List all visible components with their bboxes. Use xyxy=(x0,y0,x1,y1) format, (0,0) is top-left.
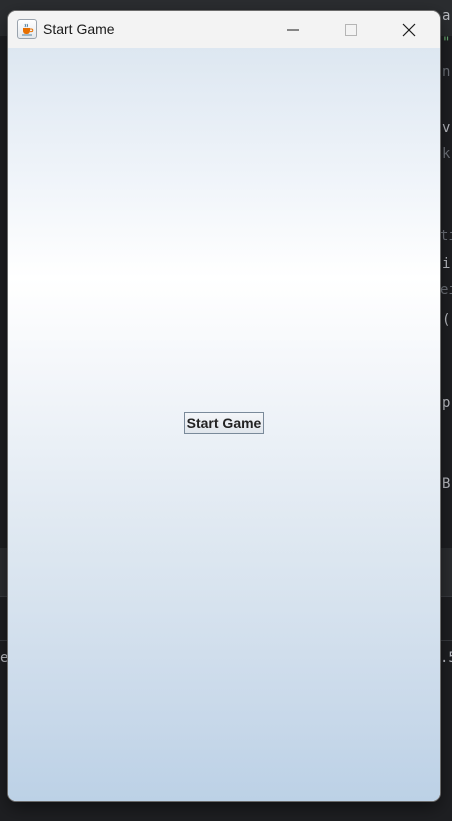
minimize-button[interactable] xyxy=(264,11,322,48)
background-code-fragment: p xyxy=(442,395,451,411)
java-cup-icon[interactable] xyxy=(17,19,37,39)
background-code-fragment: n xyxy=(442,64,451,80)
background-code-fragment: v xyxy=(442,120,451,136)
background-code-fragment: ( xyxy=(442,312,451,328)
maximize-button[interactable] xyxy=(322,11,380,48)
maximize-icon xyxy=(345,23,357,36)
close-button[interactable] xyxy=(380,11,438,48)
background-code-fragment: a xyxy=(442,8,451,24)
background-code-fragment: ti xyxy=(440,228,452,244)
app-window: Start Game Start Game xyxy=(8,11,440,801)
game-panel: Start Game xyxy=(8,48,440,801)
title-bar[interactable]: Start Game xyxy=(8,11,440,48)
minimize-icon xyxy=(287,29,299,30)
background-code-fragment: ei xyxy=(440,282,452,298)
background-code-fragment: .5 xyxy=(440,650,452,666)
background-code-fragment: B xyxy=(442,476,451,492)
start-game-button[interactable]: Start Game xyxy=(184,412,264,434)
window-title: Start Game xyxy=(43,21,115,37)
background-code-fragment: " xyxy=(442,35,451,51)
background-code-fragment: k xyxy=(442,146,451,162)
background-code-fragment: i xyxy=(442,256,451,272)
close-icon xyxy=(402,23,416,36)
